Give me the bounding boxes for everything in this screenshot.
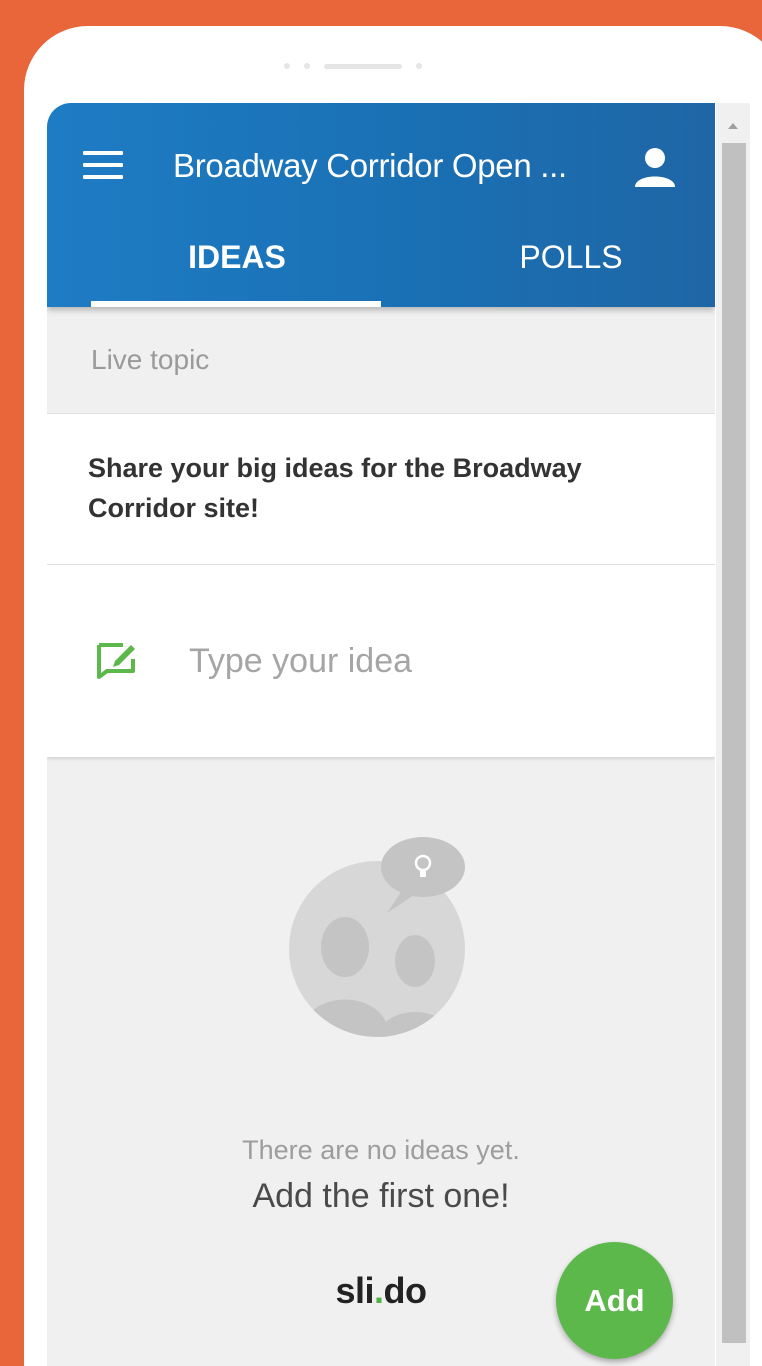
app-bar: Broadway Corridor Open ... IDEAS POLLS [47, 103, 715, 307]
empty-call-to-action: Add the first one! [252, 1177, 510, 1215]
user-icon[interactable] [633, 145, 677, 189]
hamburger-menu-icon[interactable] [83, 151, 129, 185]
idea-input-placeholder: Type your idea [189, 641, 413, 680]
people-idea-bubble-icon [287, 837, 477, 1037]
edit-idea-icon [95, 639, 139, 683]
idea-input-field[interactable]: Type your idea [47, 565, 715, 757]
empty-message: There are no ideas yet. [242, 1135, 520, 1165]
add-idea-button[interactable]: Add [556, 1242, 673, 1359]
scrollbar-thumb[interactable] [722, 143, 746, 1343]
app-screen: Broadway Corridor Open ... IDEAS POLLS L… [47, 103, 715, 1366]
tab-ideas[interactable]: IDEAS [47, 207, 427, 307]
event-title: Broadway Corridor Open ... [173, 147, 567, 184]
scrollbar[interactable] [716, 103, 750, 1366]
active-tab-indicator [91, 301, 381, 307]
tab-polls[interactable]: POLLS [427, 207, 715, 307]
tab-bar: IDEAS POLLS [47, 207, 715, 307]
topic-text: Share your big ideas for the Broadway Co… [47, 413, 715, 565]
phone-speaker [284, 63, 422, 69]
scroll-up-arrow-icon[interactable] [716, 113, 750, 139]
section-label-live-topic: Live topic [47, 307, 715, 413]
